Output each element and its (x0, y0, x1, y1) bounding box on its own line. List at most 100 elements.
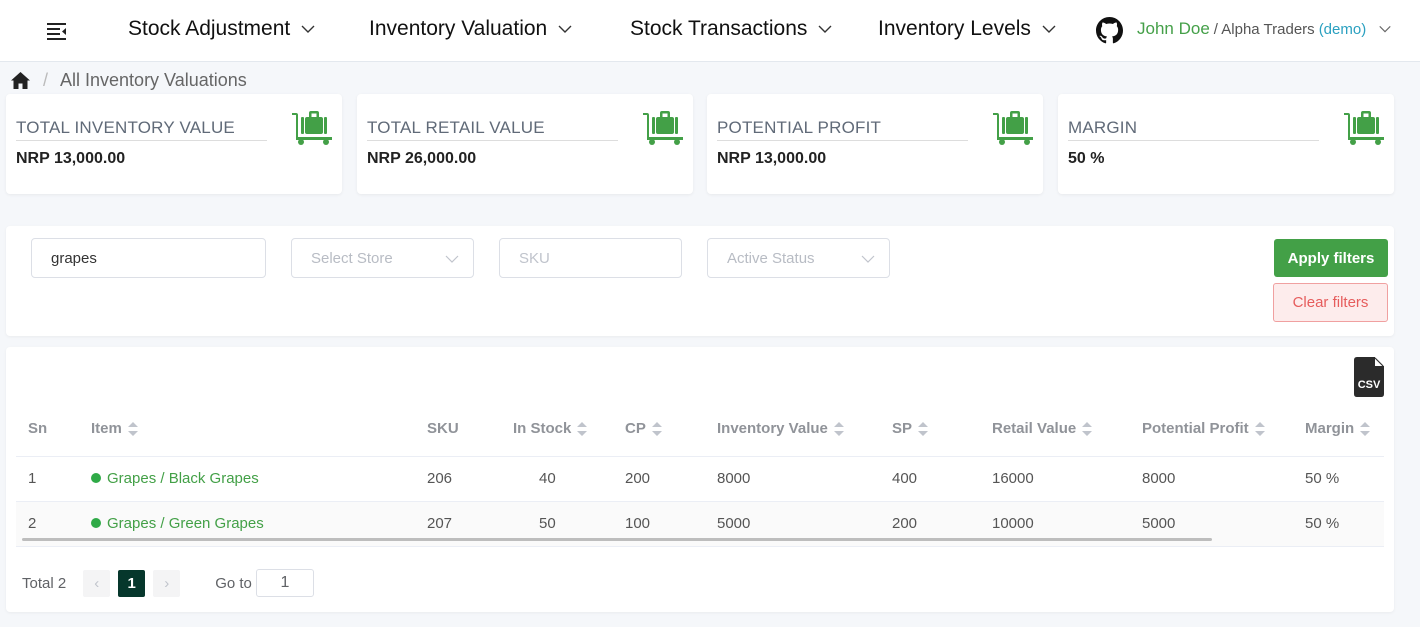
pagination-total: Total 2 (22, 574, 67, 592)
chevron-down-icon (558, 25, 572, 33)
nav-inventory-valuation[interactable]: Inventory Valuation (369, 17, 573, 41)
chevron-down-icon (818, 25, 832, 33)
cell-retail-value: 16000 (992, 456, 1142, 502)
card-value: NRP 13,000.00 (717, 150, 827, 167)
nav-inventory-levels[interactable]: Inventory Levels (878, 17, 1057, 41)
cell-in-stock: 40 (505, 456, 617, 502)
card-title: TOTAL INVENTORY VALUE (16, 118, 267, 141)
apply-filters-button[interactable]: Apply filters (1274, 239, 1388, 277)
active-status-dot (91, 518, 101, 528)
github-icon[interactable] (1096, 17, 1123, 44)
sort-icon[interactable] (918, 421, 929, 436)
cell-sp: 400 (892, 456, 992, 502)
sort-icon[interactable] (651, 421, 662, 436)
horizontal-scrollbar[interactable] (22, 538, 1212, 541)
column-label: SP (892, 419, 913, 437)
column-label: Potential Profit (1142, 419, 1249, 437)
cell-inventory-value: 8000 (717, 456, 892, 502)
chevron-down-icon (1379, 25, 1391, 33)
search-input[interactable] (51, 249, 246, 267)
valuation-table-card: CSV Sn Item SKU In Stock CP Inventory Va… (6, 347, 1394, 612)
column-label: Retail Value (992, 419, 1077, 437)
csv-export-icon[interactable]: CSV (1354, 357, 1384, 397)
cell-margin: 50 % (1305, 456, 1384, 502)
demo-badge: (demo) (1318, 21, 1367, 38)
column-label: SKU (427, 419, 459, 437)
store-select-placeholder: Select Store (311, 249, 393, 267)
goto-label: Go to (215, 574, 252, 592)
active-status-select[interactable]: Active Status (707, 238, 890, 278)
column-label: Inventory Value (717, 419, 828, 437)
sort-icon[interactable] (1360, 421, 1371, 436)
card-title: TOTAL RETAIL VALUE (367, 118, 618, 141)
column-header-sn: Sn (16, 401, 91, 457)
column-header-margin[interactable]: Margin (1305, 401, 1384, 457)
card-total-retail-value: TOTAL RETAIL VALUE NRP 26,000.00 (357, 94, 693, 194)
card-margin: MARGIN 50 % (1058, 94, 1394, 194)
filter-panel: Select Store Active Status Apply filters… (6, 226, 1394, 336)
menu-fold-icon[interactable] (46, 21, 68, 41)
luggage-cart-icon (643, 111, 683, 145)
column-header-inventory-value[interactable]: Inventory Value (717, 401, 892, 457)
column-header-retail-value[interactable]: Retail Value (992, 401, 1142, 457)
home-icon[interactable] (10, 71, 31, 90)
user-name: John Doe (1137, 19, 1210, 38)
search-input-wrapper (31, 238, 266, 278)
nav-label: Stock Adjustment (128, 17, 291, 40)
column-header-sp[interactable]: SP (892, 401, 992, 457)
sort-icon[interactable] (1082, 421, 1093, 436)
column-header-item[interactable]: Item (91, 401, 427, 457)
column-label: Item (91, 419, 122, 437)
card-potential-profit: POTENTIAL PROFIT NRP 13,000.00 (707, 94, 1043, 194)
item-link[interactable]: Grapes / Green Grapes (107, 515, 264, 532)
sort-icon[interactable] (1254, 421, 1265, 436)
cell-sn: 1 (16, 456, 91, 502)
column-label: In Stock (513, 419, 572, 437)
card-total-inventory-value: TOTAL INVENTORY VALUE NRP 13,000.00 (6, 94, 342, 194)
card-title: MARGIN (1068, 118, 1319, 141)
prev-page-button[interactable]: ‹ (83, 569, 111, 597)
table-row: 1 Grapes / Black Grapes 206 40 200 8000 … (16, 456, 1384, 502)
user-menu[interactable]: John Doe / Alpha Traders (demo) (1137, 19, 1392, 39)
chevron-down-icon (301, 25, 315, 33)
active-status-placeholder: Active Status (727, 249, 815, 267)
nav-stock-adjustment[interactable]: Stock Adjustment (128, 17, 316, 41)
page-number-button[interactable]: 1 (118, 569, 146, 597)
sort-icon[interactable] (127, 421, 138, 436)
goto-page-input[interactable] (255, 569, 314, 597)
card-value: 50 % (1068, 150, 1105, 167)
sort-icon[interactable] (833, 421, 844, 436)
store-select[interactable]: Select Store (291, 238, 474, 278)
table-header-row: Sn Item SKU In Stock CP Inventory Value … (16, 401, 1384, 457)
nav-stock-transactions[interactable]: Stock Transactions (630, 17, 833, 41)
top-navbar: Stock Adjustment Inventory Valuation Sto… (0, 0, 1420, 62)
column-label: CP (625, 419, 646, 437)
sku-input[interactable] (519, 249, 662, 267)
nav-label: Inventory Levels (878, 17, 1031, 40)
column-header-cp[interactable]: CP (617, 401, 717, 457)
luggage-cart-icon (1344, 111, 1384, 145)
breadcrumb-current: All Inventory Valuations (60, 70, 247, 90)
next-page-button[interactable]: › (153, 569, 181, 597)
valuation-table: Sn Item SKU In Stock CP Inventory Value … (16, 401, 1384, 547)
cell-margin: 50 % (1305, 501, 1384, 547)
sku-input-wrapper (499, 238, 682, 278)
clear-filters-button[interactable]: Clear filters (1273, 283, 1388, 322)
column-label: Margin (1305, 419, 1355, 437)
chevron-down-icon (861, 255, 875, 263)
column-label: Sn (28, 419, 48, 437)
item-link[interactable]: Grapes / Black Grapes (107, 470, 259, 487)
cell-item: Grapes / Black Grapes (91, 456, 427, 502)
column-header-potential-profit[interactable]: Potential Profit (1142, 401, 1305, 457)
card-value: NRP 26,000.00 (367, 150, 477, 167)
luggage-cart-icon (292, 111, 332, 145)
breadcrumb: / All Inventory Valuations (10, 70, 247, 91)
active-status-dot (91, 473, 101, 483)
cell-potential-profit: 8000 (1142, 456, 1305, 502)
luggage-cart-icon (993, 111, 1033, 145)
sort-icon[interactable] (577, 421, 588, 436)
svg-text:CSV: CSV (1358, 379, 1381, 391)
card-title: POTENTIAL PROFIT (717, 118, 968, 141)
column-header-in-stock[interactable]: In Stock (505, 401, 617, 457)
cell-sku: 206 (427, 456, 505, 502)
